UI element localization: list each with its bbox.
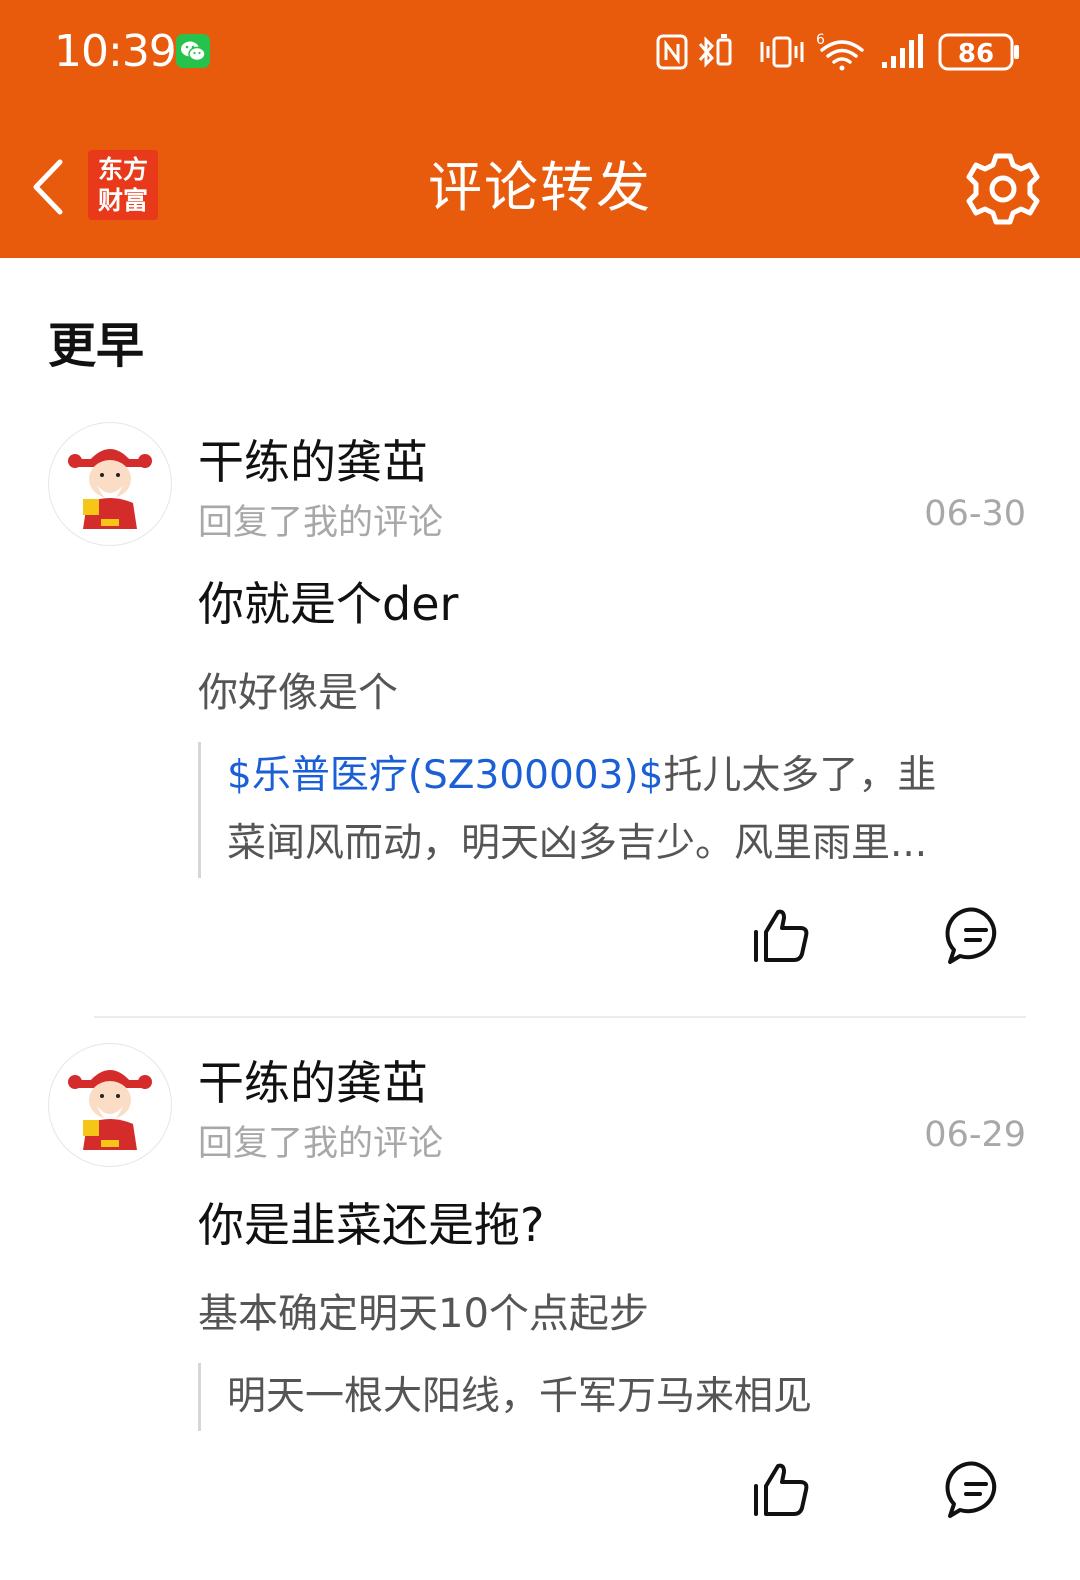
battery-level: 86 (958, 39, 994, 69)
wifi-icon: 6 (816, 32, 864, 71)
status-icons: 6 86 (656, 32, 1019, 71)
quote-text: 明天一根大阳线，千军万马来相见 (227, 1374, 813, 1419)
action-text: 回复了我的评论 (198, 1124, 444, 1164)
reply-text: 你就是个der (198, 577, 459, 631)
wechat-icon (176, 34, 210, 68)
nfc-icon (656, 34, 688, 70)
section-title: 更早 (48, 318, 145, 374)
date: 06-29 (924, 1115, 1026, 1155)
thumbs-up-icon[interactable] (750, 904, 814, 968)
thumbs-up-icon[interactable] (750, 1458, 814, 1522)
signal-icon (882, 34, 923, 68)
god-of-wealth-avatar-icon (68, 449, 152, 529)
svg-text:6: 6 (816, 32, 825, 48)
reply-text: 你是韭菜还是拖? (198, 1198, 545, 1252)
quote-text: 菜闻风而动，明天凶多吉少。风里雨里... (227, 821, 928, 866)
avatar[interactable] (48, 422, 172, 546)
original-comment: 基本确定明天10个点起步 (198, 1291, 649, 1337)
user-name[interactable]: 干练的龚茁 (198, 426, 428, 492)
action-text: 回复了我的评论 (198, 503, 444, 543)
vibrate-icon (760, 36, 804, 68)
quoted-post[interactable]: 明天一根大阳线，千军万马来相见 (198, 1363, 1047, 1431)
gear-icon[interactable] (964, 150, 1042, 228)
app-header: 10:39 6 86 东方 财富 评论转发 (0, 0, 1080, 258)
battery-icon: 86 (938, 33, 1019, 71)
date: 06-30 (924, 494, 1026, 534)
original-comment: 你好像是个 (198, 670, 398, 716)
quote-text: 托儿太多了，韭 (663, 753, 937, 798)
status-time: 10:39 (54, 26, 177, 77)
user-name[interactable]: 干练的龚茁 (198, 1047, 428, 1113)
avatar[interactable] (48, 1043, 172, 1167)
comment-icon[interactable] (944, 904, 1008, 968)
stock-link[interactable]: $乐普医疗(SZ300003)$ (227, 753, 663, 798)
god-of-wealth-avatar-icon (68, 1070, 152, 1150)
comment-icon[interactable] (944, 1458, 1008, 1522)
quoted-post[interactable]: $乐普医疗(SZ300003)$托儿太多了，韭 菜闻风而动，明天凶多吉少。风里雨… (198, 742, 1047, 878)
bluetooth-icon (698, 34, 732, 68)
page-title: 评论转发 (428, 156, 652, 219)
divider (94, 1016, 1026, 1018)
